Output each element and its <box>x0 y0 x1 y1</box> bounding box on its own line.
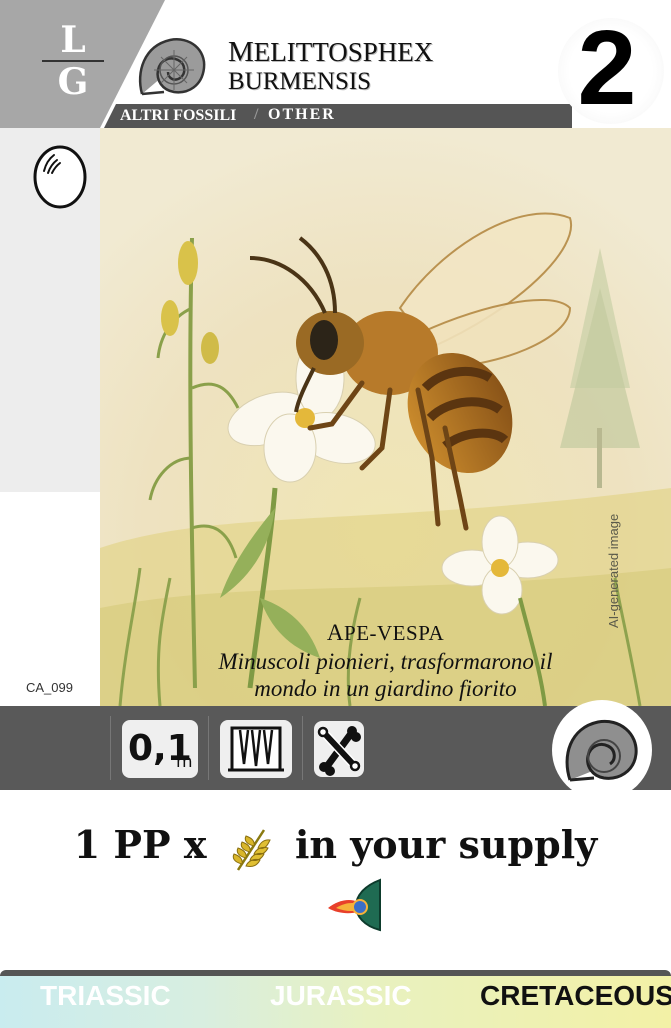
period-jurassic: JURASSIC <box>270 980 412 1011</box>
species-name-line2: BURMENSIS <box>228 68 372 95</box>
generation-label: L G <box>38 20 108 104</box>
flavor-line-1: Minuscoli pionieri, trasformarono il <box>218 649 553 674</box>
comet-icon <box>328 878 381 932</box>
category-separator: / <box>254 106 259 123</box>
ability-part-1: 1 PP x <box>73 822 207 867</box>
period-triassic: TRIASSIC <box>40 980 171 1011</box>
teeth-stat-box <box>220 720 292 778</box>
cost-value: 2 <box>577 9 637 127</box>
category-italian: ALTRI FOSSILI <box>120 107 237 124</box>
egg-icon <box>33 145 87 209</box>
stats-divider <box>208 716 209 780</box>
fern-leaf-icon <box>232 828 271 871</box>
ammonite-badge <box>552 700 652 800</box>
size-unit: m <box>176 752 193 772</box>
flavor-text: Minuscoli pionieri, trasformarono il mon… <box>100 648 671 702</box>
period-cretaceous: CRETACEOUS <box>480 980 671 1011</box>
ammonite-icon <box>565 719 638 782</box>
card-code: CA_099 <box>26 680 73 695</box>
category-english: OTHER <box>268 106 336 123</box>
common-name: APE-VESPA <box>326 620 445 645</box>
bones-icon <box>317 726 361 776</box>
teeth-icon <box>228 726 284 772</box>
stats-divider <box>302 716 303 780</box>
generation-top-letter: L <box>60 19 86 61</box>
stats-divider <box>110 716 111 780</box>
ammonite-icon <box>138 38 206 96</box>
generation-bottom-letter: G <box>57 61 89 103</box>
ability-text: 1 PP x in your supply <box>0 822 671 874</box>
flavor-line-2: mondo in un giardino fiorito <box>254 676 517 701</box>
species-name-line1: MELITTOSPHEX <box>228 36 434 68</box>
bones-stat-box <box>314 721 364 777</box>
ai-generated-label: AI-generated image <box>606 513 621 628</box>
ability-part-2: in your supply <box>294 822 598 867</box>
